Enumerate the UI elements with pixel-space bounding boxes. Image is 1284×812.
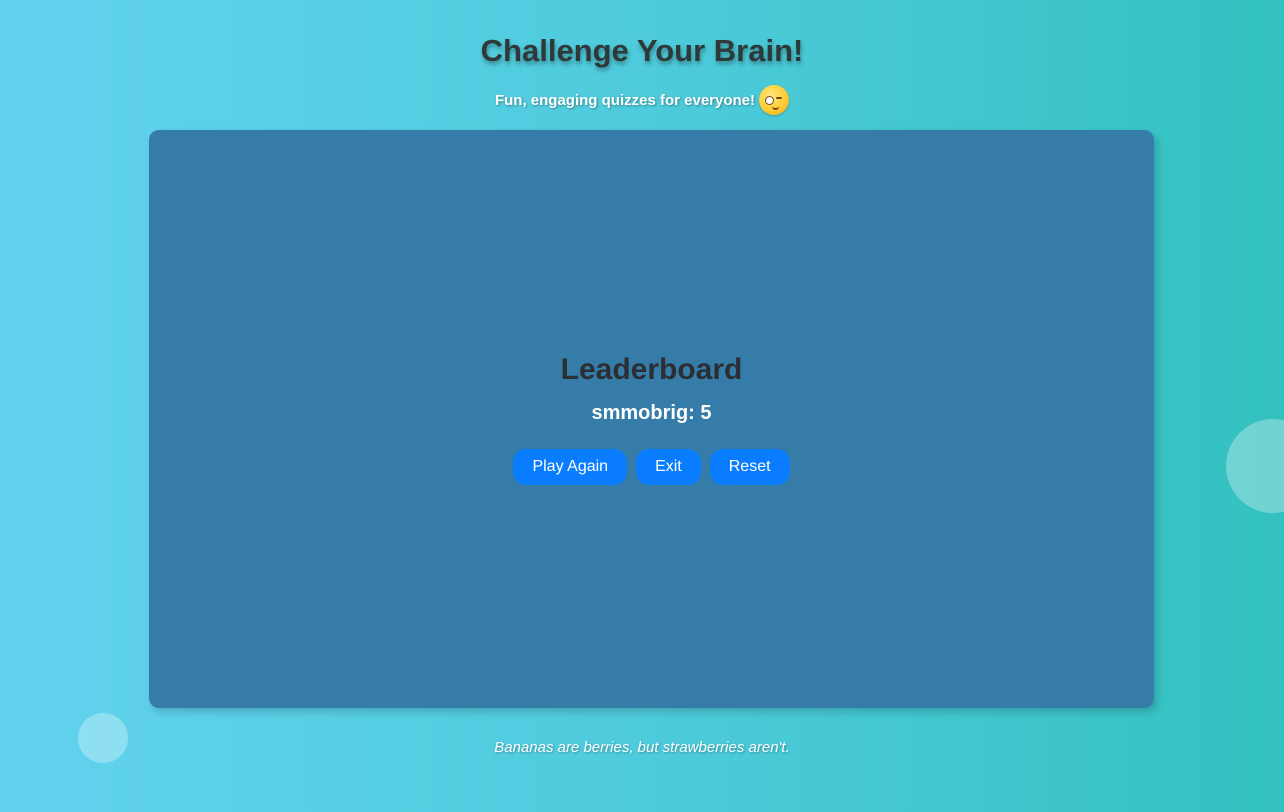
reset-button[interactable]: Reset <box>709 449 790 485</box>
page-subtitle: Fun, engaging quizzes for everyone! <box>0 85 1284 115</box>
decorative-bubble-right <box>1226 419 1284 513</box>
fun-fact: Bananas are berries, but strawberries ar… <box>494 739 790 756</box>
subtitle-text: Fun, engaging quizzes for everyone! <box>494 91 756 109</box>
leaderboard-content: Leaderboard smmobrig: 5 Play Again Exit … <box>149 352 1154 485</box>
leaderboard-title: Leaderboard <box>560 353 743 386</box>
page-title: Challenge Your Brain! <box>480 33 804 68</box>
leaderboard-card: Leaderboard smmobrig: 5 Play Again Exit … <box>149 130 1154 708</box>
leaderboard-entry: smmobrig: 5 <box>591 402 712 424</box>
winking-face-icon <box>759 85 790 115</box>
action-buttons: Play Again Exit Reset <box>149 449 1154 485</box>
play-again-button[interactable]: Play Again <box>513 449 628 485</box>
exit-button[interactable]: Exit <box>636 449 701 485</box>
